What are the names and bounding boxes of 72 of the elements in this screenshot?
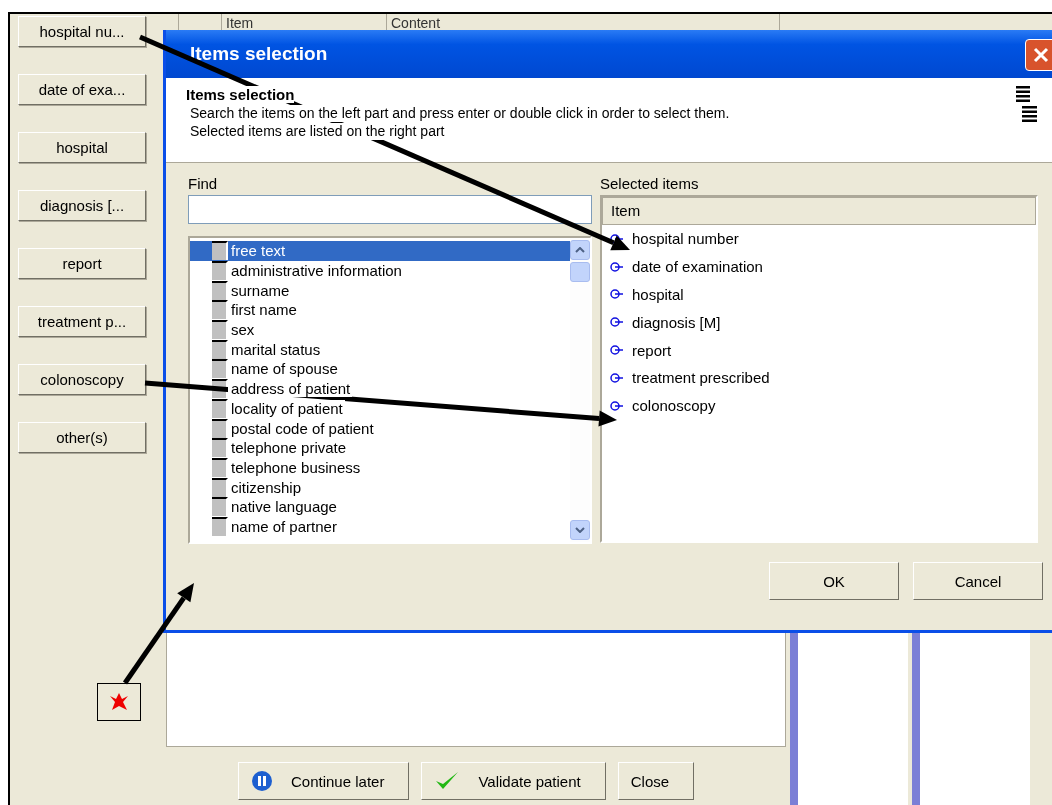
list-item[interactable]: first name: [190, 300, 570, 320]
selected-label: Selected items: [600, 175, 700, 194]
scroll-down-button[interactable]: [570, 520, 590, 540]
footer-button[interactable]: Continue later: [238, 762, 410, 800]
grip-icon: [212, 438, 228, 458]
grip-icon: [212, 398, 228, 418]
key-icon: [610, 345, 624, 356]
list-item[interactable]: marital status: [190, 339, 570, 360]
selected-item[interactable]: hospital number: [632, 230, 739, 248]
grip-icon: [212, 457, 228, 477]
field-button[interactable]: hospital nu...: [18, 16, 146, 47]
grip-icon: [212, 241, 228, 261]
column-header: Item: [602, 197, 1036, 225]
key-icon: [610, 372, 624, 383]
grip-icon: [212, 516, 228, 536]
list-item[interactable]: free text: [190, 241, 570, 261]
list-item[interactable]: locality of patient: [190, 398, 570, 419]
dialog-button[interactable]: Cancel: [913, 562, 1043, 600]
alarm-button[interactable]: [97, 683, 141, 721]
window-title: Items selection: [190, 43, 328, 65]
selected-item[interactable]: report: [632, 341, 672, 359]
field-button[interactable]: other(s): [18, 422, 146, 453]
selected-item[interactable]: date of examination: [632, 258, 763, 276]
footer-button[interactable]: Close: [617, 762, 695, 800]
field-button[interactable]: diagnosis [...: [18, 190, 146, 221]
grip-icon: [212, 280, 228, 300]
selected-item[interactable]: treatment prescribed: [632, 369, 770, 387]
dialog-button[interactable]: OK: [769, 562, 899, 600]
grip-icon: [212, 300, 228, 320]
list-item[interactable]: telephone private: [190, 437, 570, 458]
list-item[interactable]: native language: [190, 496, 570, 517]
field-button[interactable]: report: [18, 248, 146, 279]
grip-icon: [212, 497, 228, 517]
grip-icon: [212, 261, 228, 281]
chevron-up-icon: [575, 247, 585, 253]
grip-icon: [212, 339, 228, 359]
list-item[interactable]: surname: [190, 280, 570, 301]
list-item[interactable]: address of patient: [190, 378, 570, 399]
list-item[interactable]: sex: [190, 319, 570, 340]
field-button[interactable]: hospital: [18, 132, 146, 163]
find-label: Find: [188, 175, 219, 194]
field-button[interactable]: treatment p...: [18, 306, 146, 337]
selected-item[interactable]: colonoscopy: [632, 397, 716, 415]
key-icon: [610, 289, 624, 300]
key-icon: [610, 400, 624, 411]
key-icon: [610, 317, 624, 328]
grip-icon: [212, 359, 228, 379]
scroll-thumb[interactable]: [570, 262, 590, 282]
close-button[interactable]: [1025, 39, 1052, 71]
list-item[interactable]: administrative information: [190, 260, 570, 281]
list-item[interactable]: telephone business: [190, 457, 570, 478]
list-item[interactable]: name of partner: [190, 516, 570, 537]
selected-item[interactable]: hospital: [632, 286, 684, 303]
grip-icon: [212, 477, 228, 497]
field-button[interactable]: colonoscopy: [18, 364, 146, 395]
find-field[interactable]: [188, 195, 592, 224]
close-icon: [1033, 47, 1049, 63]
selected-item[interactable]: diagnosis [M]: [632, 313, 721, 331]
pause-icon: [251, 770, 273, 792]
field-button[interactable]: date of exa...: [18, 74, 146, 105]
grip-icon: [212, 320, 228, 340]
scroll-up-button[interactable]: [570, 240, 590, 260]
header-description: Search the items on the left part and press enter or double click in order to select them.: [190, 105, 730, 122]
key-icon: [610, 261, 624, 272]
list-item[interactable]: citizenship: [190, 477, 570, 497]
footer-button[interactable]: Validate patient: [421, 762, 606, 800]
grip-icon: [212, 418, 228, 438]
chevron-down-icon: [575, 527, 585, 533]
list-item[interactable]: postal code of patient: [190, 418, 570, 438]
header-description: Selected items are listed on the right part: [190, 123, 445, 140]
list-item[interactable]: name of spouse: [190, 359, 570, 379]
header-title: Items selection: [186, 86, 295, 103]
